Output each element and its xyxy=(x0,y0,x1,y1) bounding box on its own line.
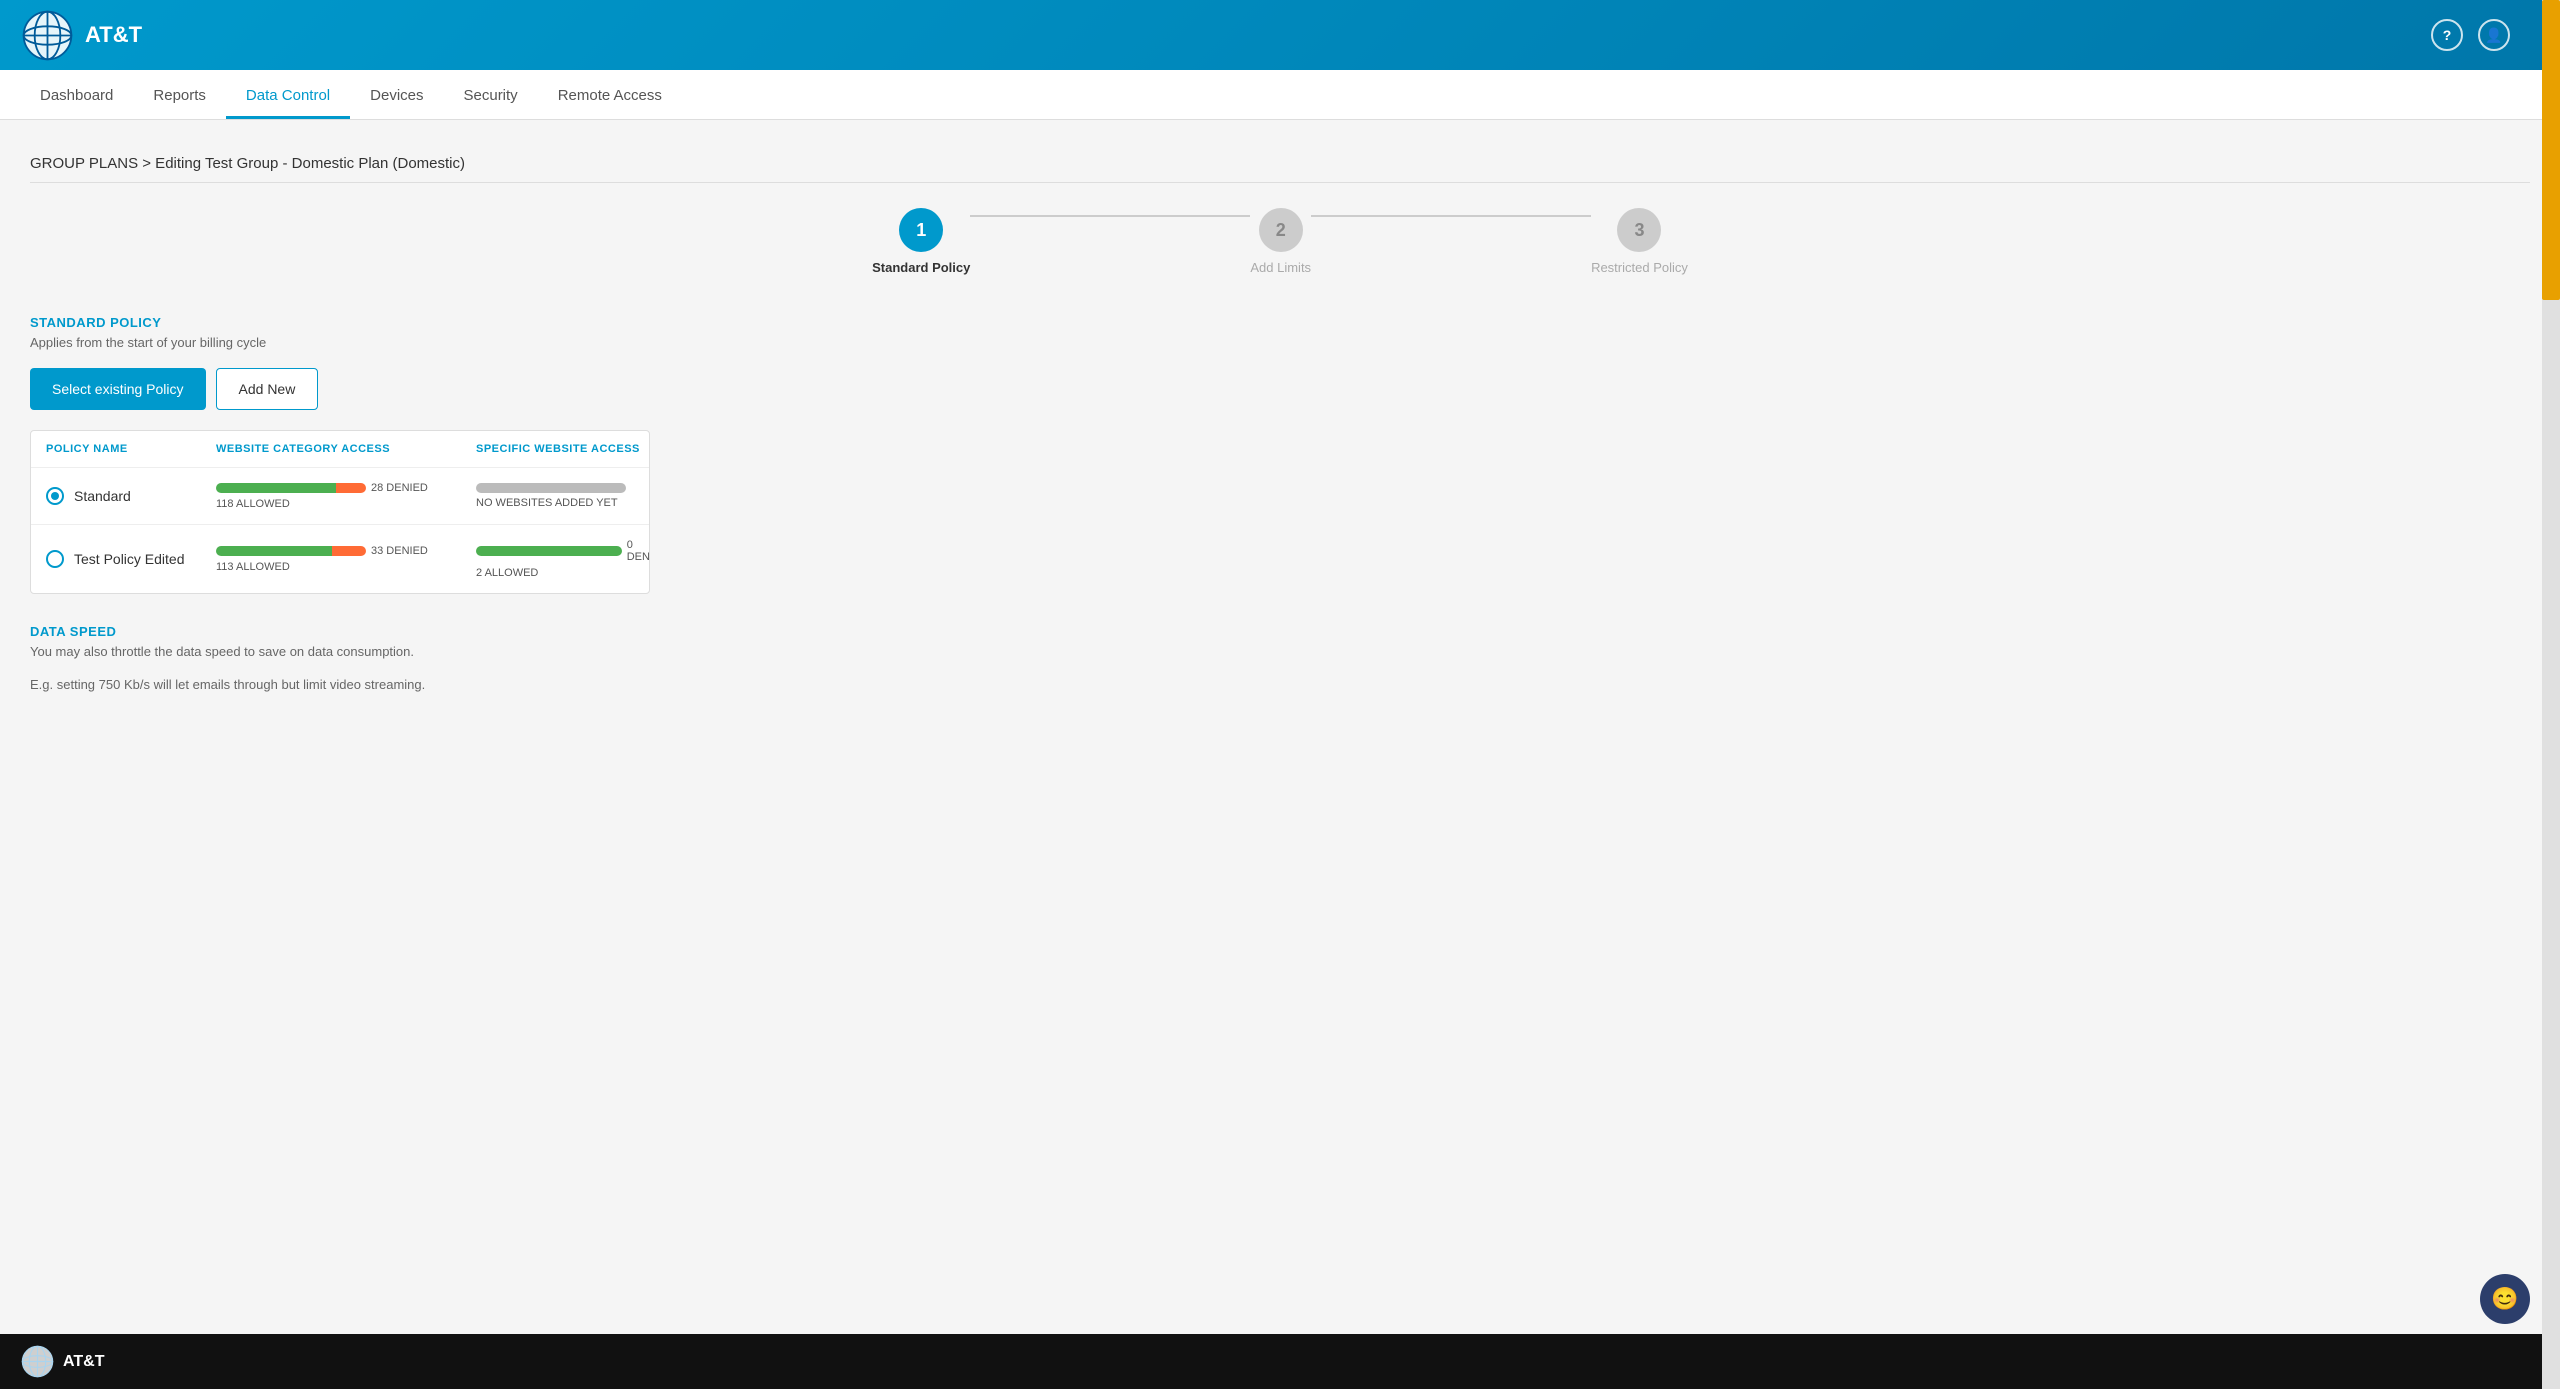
select-existing-policy-button[interactable]: Select existing Policy xyxy=(30,368,206,410)
row-2-site-bar xyxy=(476,546,622,556)
policy-button-group: Select existing Policy Add New xyxy=(30,368,2530,410)
nav-dashboard[interactable]: Dashboard xyxy=(20,75,133,119)
table-row: Test Policy Edited 33 DENIED 113 ALLOWED xyxy=(31,525,649,593)
step-2-circle: 2 xyxy=(1259,208,1303,252)
user-button[interactable]: 👤 xyxy=(2478,19,2510,51)
data-speed-section: DATA SPEED You may also throttle the dat… xyxy=(30,624,2530,692)
nav-reports[interactable]: Reports xyxy=(133,75,226,119)
row-2-site-access: 0 DENIED 2 ALLOWED xyxy=(476,539,650,579)
row-1-name: Standard xyxy=(46,487,216,505)
row-2-site-allowed-label: 2 ALLOWED xyxy=(476,567,650,579)
row-1-orange-bar xyxy=(336,483,366,493)
scrollbar-thumb[interactable] xyxy=(2542,0,2560,300)
row-1-radio[interactable] xyxy=(46,487,64,505)
col-website-category: WEBSITE CATEGORY ACCESS xyxy=(216,443,476,455)
stepper: 1 Standard Policy 2 Add Limits 3 Restric… xyxy=(30,208,2530,275)
row-1-site-access: NO WEBSITES ADDED YET xyxy=(476,483,650,509)
step-3-number: 3 xyxy=(1634,220,1644,241)
row-1-denied-label: 28 DENIED xyxy=(371,482,428,494)
nav-data-control[interactable]: Data Control xyxy=(226,75,350,119)
att-logo-icon xyxy=(20,8,75,63)
header: AT&T ? 👤 xyxy=(0,0,2560,70)
footer: AT&T xyxy=(0,1334,2560,1389)
step-1-label: Standard Policy xyxy=(872,260,970,275)
att-brand-text: AT&T xyxy=(85,22,142,48)
step-1-number: 1 xyxy=(916,220,926,241)
step-line-2-3 xyxy=(1311,215,1591,217)
breadcrumb: GROUP PLANS > Editing Test Group - Domes… xyxy=(30,140,2530,183)
nav-devices[interactable]: Devices xyxy=(350,75,443,119)
nav-security[interactable]: Security xyxy=(444,75,538,119)
step-line-1-2 xyxy=(970,215,1250,217)
row-2-policy-name: Test Policy Edited xyxy=(74,551,185,567)
step-2-label: Add Limits xyxy=(1250,260,1311,275)
row-1-site-label: NO WEBSITES ADDED YET xyxy=(476,497,650,509)
help-button[interactable]: ? xyxy=(2431,19,2463,51)
row-2-name: Test Policy Edited xyxy=(46,550,216,568)
row-2-site-denied-label: 0 DENIED xyxy=(627,539,650,563)
row-1-site-gray-bar xyxy=(476,483,626,493)
row-2-orange-bar xyxy=(332,546,367,556)
standard-policy-desc: Applies from the start of your billing c… xyxy=(30,335,2530,350)
step-3-label: Restricted Policy xyxy=(1591,260,1688,275)
nav-bar: Dashboard Reports Data Control Devices S… xyxy=(0,70,2560,120)
add-new-policy-button[interactable]: Add New xyxy=(216,368,319,410)
chat-icon: 😊 xyxy=(2491,1286,2518,1312)
row-2-cat-bar xyxy=(216,546,366,556)
row-1-site-bar xyxy=(476,483,626,493)
row-1-cat-bar xyxy=(216,483,366,493)
row-2-allowed-label: 113 ALLOWED xyxy=(216,561,476,573)
standard-policy-section: STANDARD POLICY Applies from the start o… xyxy=(30,315,2530,594)
col-specific-website: SPECIFIC WEBSITE ACCESS xyxy=(476,443,650,455)
footer-att-logo-icon xyxy=(20,1344,55,1379)
step-1: 1 Standard Policy xyxy=(872,208,970,275)
row-2-radio[interactable] xyxy=(46,550,64,568)
row-2-denied-label: 33 DENIED xyxy=(371,545,428,557)
header-logo: AT&T xyxy=(20,8,142,63)
chat-button[interactable]: 😊 xyxy=(2480,1274,2530,1324)
row-1-cat-access: 28 DENIED 118 ALLOWED xyxy=(216,482,476,510)
row-2-green-bar xyxy=(216,546,332,556)
row-2-site-green-bar xyxy=(476,546,622,556)
row-1-green-bar xyxy=(216,483,336,493)
footer-logo: AT&T xyxy=(20,1344,104,1379)
table-header: POLICY NAME WEBSITE CATEGORY ACCESS SPEC… xyxy=(31,431,649,468)
col-policy-name: POLICY NAME xyxy=(46,443,216,455)
row-1-allowed-label: 118 ALLOWED xyxy=(216,498,476,510)
step-2: 2 Add Limits xyxy=(1250,208,1311,275)
header-icons: ? 👤 xyxy=(2431,19,2510,51)
main-content: GROUP PLANS > Editing Test Group - Domes… xyxy=(0,120,2560,1339)
row-2-cat-access: 33 DENIED 113 ALLOWED xyxy=(216,545,476,573)
scrollbar[interactable] xyxy=(2542,0,2560,1389)
table-row: Standard 28 DENIED 118 ALLOWED xyxy=(31,468,649,525)
step-1-circle: 1 xyxy=(899,208,943,252)
step-3-circle: 3 xyxy=(1617,208,1661,252)
nav-remote-access[interactable]: Remote Access xyxy=(538,75,682,119)
step-3: 3 Restricted Policy xyxy=(1591,208,1688,275)
step-2-number: 2 xyxy=(1276,220,1286,241)
row-1-policy-name: Standard xyxy=(74,488,131,504)
data-speed-desc2: E.g. setting 750 Kb/s will let emails th… xyxy=(30,677,2530,692)
footer-brand-text: AT&T xyxy=(63,1353,104,1371)
standard-policy-title: STANDARD POLICY xyxy=(30,315,2530,330)
data-speed-desc: You may also throttle the data speed to … xyxy=(30,644,2530,659)
data-speed-title: DATA SPEED xyxy=(30,624,2530,639)
policy-table: POLICY NAME WEBSITE CATEGORY ACCESS SPEC… xyxy=(30,430,650,594)
